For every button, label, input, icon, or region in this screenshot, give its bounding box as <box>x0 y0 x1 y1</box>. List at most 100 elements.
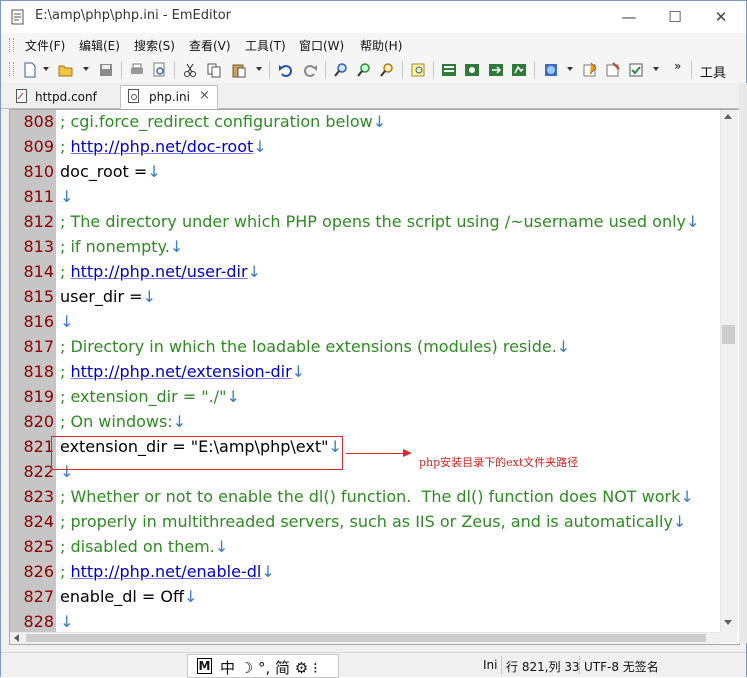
find-next-icon[interactable] <box>355 61 373 79</box>
editor-line[interactable]: ; if nonempty.↓ <box>60 237 183 256</box>
editor-line[interactable]: ; The directory under which PHP opens th… <box>60 212 699 231</box>
status-cursor-position[interactable]: 行 821,列 33 <box>506 658 580 675</box>
url-link[interactable]: http://php.net/enable-dl <box>70 562 261 581</box>
end-of-line-arrow-icon: ↓ <box>184 587 198 606</box>
editor-line[interactable]: ; cgi.force_redirect configuration below… <box>60 112 386 131</box>
new-file-icon[interactable] <box>21 61 39 79</box>
print-preview-icon[interactable] <box>150 61 168 79</box>
line-number: 810 <box>23 162 54 181</box>
replace-icon[interactable] <box>378 61 396 79</box>
editor-line[interactable]: ; http://php.net/doc-root↓ <box>60 137 267 156</box>
toolbar-separator <box>325 61 326 79</box>
line-number: 827 <box>23 587 54 606</box>
editor-line[interactable]: ; Directory in which the loadable extens… <box>60 337 570 356</box>
editor-line[interactable]: ↓ <box>60 187 73 206</box>
url-link[interactable]: http://php.net/user-dir <box>70 262 247 281</box>
end-of-line-arrow-icon: ↓ <box>142 287 156 306</box>
toggle-icon-4[interactable] <box>510 61 528 79</box>
menu-tools[interactable]: 工具(T) <box>245 37 286 54</box>
status-encoding[interactable]: UTF-8 无签名 <box>584 658 659 675</box>
vertical-scroll-thumb[interactable] <box>722 325 735 344</box>
tab-php-ini[interactable]: php.ini × <box>120 85 218 109</box>
open-folder-icon[interactable] <box>57 61 75 79</box>
checklist-dropdown-icon[interactable] <box>653 67 659 71</box>
line-number: 820 <box>23 412 54 431</box>
title-bar: E:\amp\php\php.ini - EmEditor — ☐ ✕ <box>1 1 746 33</box>
tab-httpd-conf[interactable]: httpd.conf <box>9 86 114 108</box>
cut-icon[interactable] <box>181 61 199 79</box>
tab-close-icon[interactable]: × <box>199 88 210 103</box>
url-link[interactable]: http://php.net/extension-dir <box>70 362 291 381</box>
new-dropdown-icon[interactable] <box>43 67 49 71</box>
open-dropdown-icon[interactable] <box>83 67 89 71</box>
editor-line[interactable]: ; disabled on them.↓ <box>60 537 228 556</box>
horizontal-scroll-thumb[interactable] <box>26 634 706 642</box>
redo-icon[interactable] <box>301 61 319 79</box>
web-icon[interactable] <box>542 61 560 79</box>
toggle-icon-3[interactable] <box>487 61 505 79</box>
properties-icon[interactable] <box>581 61 599 79</box>
line-number: 823 <box>23 487 54 506</box>
scroll-up-arrow-icon[interactable] <box>724 114 732 119</box>
scroll-down-arrow-icon[interactable] <box>724 620 732 625</box>
toolbar-overflow-icon[interactable]: » <box>674 59 681 73</box>
editor-line[interactable]: user_dir =↓ <box>60 287 156 306</box>
tools-toolbar-label[interactable]: 工具 <box>700 62 726 81</box>
close-window-button[interactable]: ✕ <box>698 1 744 33</box>
editor-line[interactable]: ; properly in multithreaded servers, suc… <box>60 512 686 531</box>
menu-view[interactable]: 查看(V) <box>189 37 231 54</box>
code-text: user_dir = <box>60 287 143 306</box>
end-of-line-arrow-icon: ↓ <box>556 337 571 356</box>
editor-line[interactable]: ↓ <box>60 612 73 631</box>
menu-search[interactable]: 搜索(S) <box>134 37 175 54</box>
menu-help[interactable]: 帮助(H) <box>360 37 402 54</box>
editor-line[interactable]: ; http://php.net/extension-dir↓ <box>60 362 305 381</box>
ime-mode-icon[interactable]: M <box>197 658 212 674</box>
config-icon[interactable] <box>604 61 622 79</box>
toggle-icon-2[interactable] <box>463 61 481 79</box>
editor-line[interactable]: ; extension_dir = "./"↓ <box>60 387 240 406</box>
menu-window[interactable]: 窗口(W) <box>299 37 344 54</box>
paste-icon[interactable] <box>230 61 248 79</box>
editor-line[interactable]: ↓ <box>60 312 73 331</box>
editor-line[interactable]: ; On windows:↓ <box>60 412 186 431</box>
editor-line[interactable]: doc_root =↓ <box>60 162 161 181</box>
editor-line[interactable]: ; Whether or not to enable the dl() func… <box>60 487 694 506</box>
minimize-button[interactable]: — <box>606 1 652 33</box>
comment-text: ; The directory under which PHP opens th… <box>60 212 686 231</box>
undo-icon[interactable] <box>277 61 295 79</box>
menu-file[interactable]: 文件(F) <box>25 37 65 54</box>
menu-grip-icon[interactable] <box>9 38 14 52</box>
editor-line[interactable]: ; http://php.net/user-dir↓ <box>60 262 261 281</box>
line-number: 816 <box>23 312 54 331</box>
toggle-icon-1[interactable] <box>440 61 458 79</box>
highlight-icon[interactable] <box>409 61 427 79</box>
ime-toolbar[interactable]: M 中 ☽ °, 简 ⚙ ⁝ <box>187 654 339 678</box>
editor-line[interactable]: ; http://php.net/enable-dl↓ <box>60 562 275 581</box>
checklist-icon[interactable] <box>627 61 645 79</box>
app-document-icon <box>10 9 26 25</box>
toolbar-grip-icon[interactable] <box>9 62 14 76</box>
toolbar-separator <box>269 61 270 79</box>
editor-line[interactable]: enable_dl = Off↓ <box>60 587 197 606</box>
save-icon[interactable] <box>97 61 115 79</box>
url-link[interactable]: http://php.net/doc-root <box>70 137 253 156</box>
maximize-button[interactable]: ☐ <box>652 1 698 33</box>
paste-dropdown-icon[interactable] <box>256 67 262 71</box>
scroll-left-arrow-icon[interactable] <box>14 634 19 642</box>
print-icon[interactable] <box>128 61 146 79</box>
menu-edit[interactable]: 编辑(E) <box>79 37 120 54</box>
menu-bar: 文件(F) 编辑(E) 搜索(S) 查看(V) 工具(T) 窗口(W) 帮助(H… <box>1 33 746 58</box>
end-of-line-arrow-icon: ↓ <box>147 162 161 181</box>
text-editing-area[interactable]: ; cgi.force_redirect configuration below… <box>56 110 720 632</box>
line-number: 813 <box>23 237 54 256</box>
end-of-line-arrow-icon: ↓ <box>169 237 184 256</box>
status-mode[interactable]: Ini <box>483 658 497 672</box>
end-of-line-arrow-icon: ↓ <box>372 112 387 131</box>
vertical-scrollbar[interactable] <box>720 110 738 632</box>
ime-status-glyphs[interactable]: 中 ☽ °, 简 ⚙ ⁝ <box>220 657 318 678</box>
web-dropdown-icon[interactable] <box>567 67 573 71</box>
copy-icon[interactable] <box>205 61 223 79</box>
end-of-line-arrow-icon: ↓ <box>247 262 261 281</box>
find-icon[interactable] <box>332 61 350 79</box>
